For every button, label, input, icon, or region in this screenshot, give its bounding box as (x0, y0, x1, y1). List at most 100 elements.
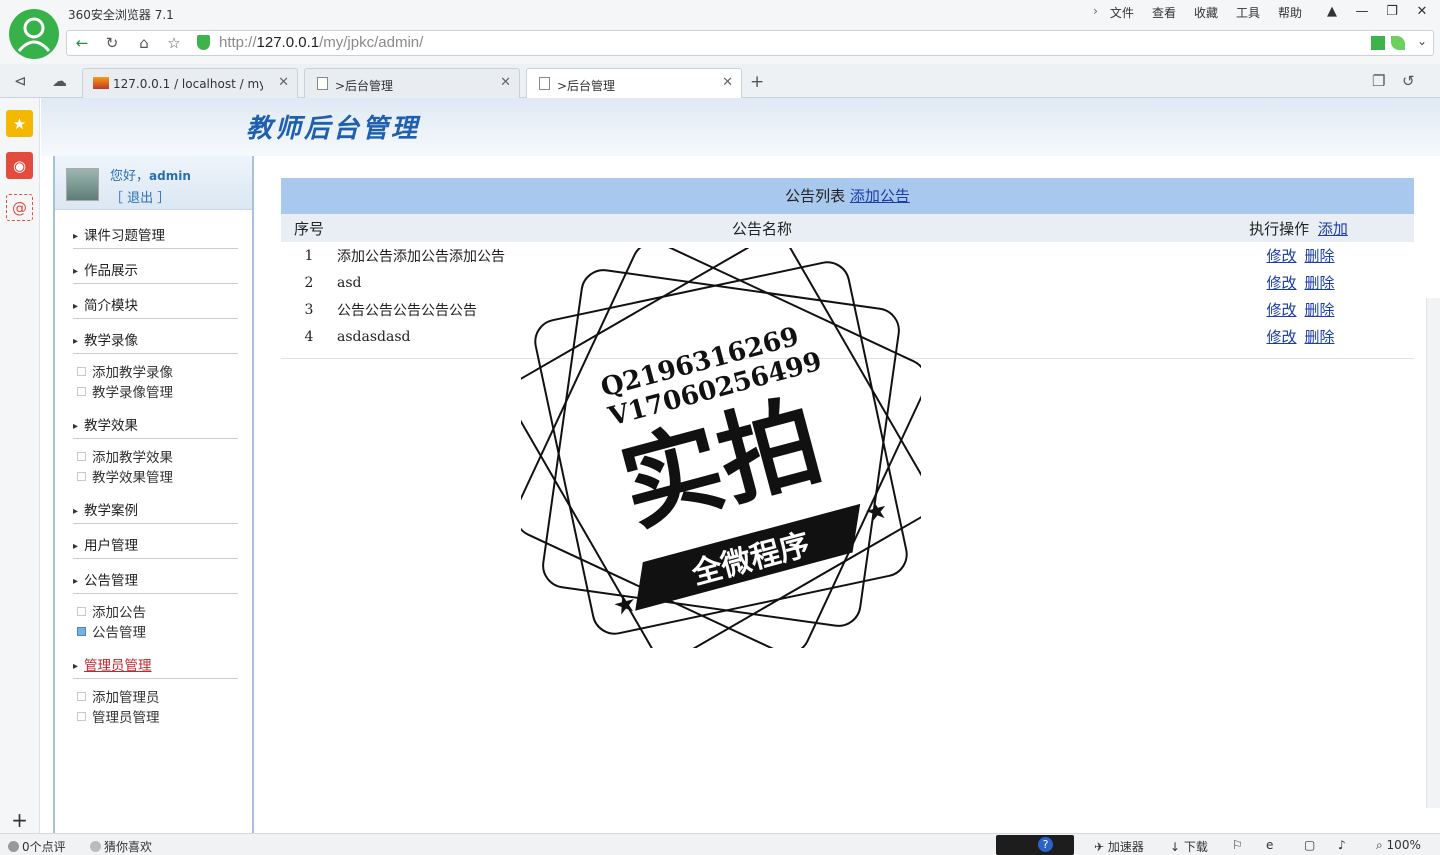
new-tab-button[interactable]: + (750, 72, 764, 92)
delete-link[interactable]: 删除 (1305, 301, 1335, 319)
phpmyadmin-icon (93, 77, 109, 89)
tab-label: 127.0.0.1 / localhost / my_ke (113, 77, 263, 91)
home-icon[interactable]: ⌂ (133, 33, 155, 53)
add-notice-link[interactable]: 添加公告 (850, 187, 910, 205)
ie-icon[interactable]: e (1266, 838, 1273, 852)
row-name: asd (337, 274, 362, 291)
submenu-add-admin[interactable]: 添加管理员 (77, 686, 160, 706)
tab-list-icon[interactable]: ❐ (1372, 72, 1385, 90)
tab-close-icon[interactable]: ✕ (500, 75, 511, 90)
row-ops: 修改 删除 (1187, 242, 1414, 269)
comments-status[interactable]: 0个点评 (8, 838, 66, 855)
menu-cases[interactable]: 教学案例 (73, 499, 238, 524)
menu-favorites[interactable]: 收藏 (1194, 4, 1218, 21)
edit-link[interactable]: 修改 (1266, 301, 1296, 319)
greeting: 您好，admin (110, 169, 191, 184)
admin-sidebar: 您好，admin ［ 退出 ］ 课件习题管理 作品展示 简介模块 教学录像 添加… (53, 156, 254, 833)
menu-file[interactable]: 文件 (1110, 4, 1134, 21)
notice-list-panel: 公告列表 添加公告 序号 公告名称 执行操作 添加 1 添加公告添加公告添加公告修… (281, 178, 1414, 359)
delete-link[interactable]: 删除 (1305, 247, 1335, 265)
page-icon (539, 77, 550, 90)
favorites-star-icon[interactable]: ★ (6, 110, 33, 137)
leaf-icon[interactable] (1391, 36, 1405, 50)
tab-admin-active[interactable]: >后台管理 ✕ (526, 68, 742, 99)
browser-logo-icon[interactable] (9, 9, 59, 59)
submenu-manage-video[interactable]: 教学录像管理 (77, 381, 173, 401)
guess-like-status[interactable]: 猜你喜欢 (90, 838, 152, 855)
submenu-manage-admin[interactable]: 管理员管理 (77, 706, 160, 726)
divider (281, 358, 1414, 359)
submenu-manage-notice[interactable]: 公告管理 (77, 621, 146, 641)
chevron-right-icon[interactable]: › (1093, 4, 1098, 21)
tab-bar: ⊲ ☁ 127.0.0.1 / localhost / my_ke ✕ >后台管… (0, 64, 1440, 99)
tab-close-icon[interactable]: ✕ (278, 75, 289, 90)
submenu-add-notice[interactable]: 添加公告 (77, 601, 146, 621)
menu-help[interactable]: 帮助 (1278, 4, 1302, 21)
volume-icon[interactable]: ♪ (1338, 838, 1346, 852)
row-name: 添加公告添加公告添加公告 (337, 248, 505, 265)
tab-label: >后台管理 (335, 79, 394, 93)
table-caption: 公告列表 添加公告 (281, 178, 1414, 214)
star-icon: ★ (861, 494, 891, 529)
zoom-control[interactable]: ⌕ 100% (1376, 838, 1421, 853)
accelerator-button[interactable]: ✈ 加速器 (1094, 838, 1144, 855)
mail-icon[interactable]: @ (6, 194, 33, 221)
keyboard-widget[interactable]: ? (996, 835, 1074, 855)
maximize-button[interactable]: ❐ (1382, 2, 1402, 20)
menu-works[interactable]: 作品展示 (73, 259, 238, 284)
weibo-icon[interactable]: ◉ (6, 152, 33, 179)
tab-back-icon[interactable]: ⊲ (14, 72, 27, 90)
window-icon[interactable]: ▢ (1304, 838, 1315, 852)
flag-icon[interactable]: ⚐ (1232, 838, 1243, 852)
comment-icon (8, 841, 19, 852)
table-header-row: 序号 公告名称 执行操作 添加 (281, 214, 1414, 242)
undo-close-tab-icon[interactable]: ↺ (1402, 72, 1415, 90)
qr-code-icon[interactable] (1371, 36, 1385, 50)
menu-effect[interactable]: 教学效果 (73, 414, 238, 439)
star-icon[interactable]: ☆ (163, 33, 185, 53)
cloud-icon[interactable]: ☁ (52, 72, 67, 90)
refresh-icon[interactable]: ↻ (101, 33, 123, 53)
add-sidebar-icon[interactable]: + (6, 806, 33, 833)
menu-users[interactable]: 用户管理 (73, 534, 238, 559)
delete-link[interactable]: 删除 (1305, 274, 1335, 292)
browser-app-title: 360安全浏览器 7.1 (68, 8, 174, 22)
row-ops: 修改 删除 (1187, 323, 1414, 350)
table-row: 4 asdasdasd 修改 删除 (281, 323, 1414, 350)
window-controls: ▲ — ❐ ✕ (1322, 2, 1432, 20)
header-add-link[interactable]: 添加 (1318, 220, 1348, 238)
tab-phpmyadmin[interactable]: 127.0.0.1 / localhost / my_ke ✕ (82, 68, 298, 98)
url-input[interactable]: http://127.0.0.1/my/jpkc/admin/ (219, 34, 423, 51)
menu-tools[interactable]: 工具 (1236, 4, 1260, 21)
table-row: 2 asd 修改 删除 (281, 269, 1414, 296)
edit-link[interactable]: 修改 (1266, 247, 1296, 265)
delete-link[interactable]: 删除 (1305, 328, 1335, 346)
edit-link[interactable]: 修改 (1266, 328, 1296, 346)
heart-icon (90, 841, 101, 852)
menu-video[interactable]: 教学录像 (73, 329, 238, 354)
logout-link[interactable]: ［ 退出 ］ (110, 187, 170, 206)
page-title: 教师后台管理 (246, 114, 421, 144)
submenu-manage-effect[interactable]: 教学效果管理 (77, 466, 173, 486)
tab-close-icon[interactable]: ✕ (722, 75, 733, 90)
caption-text: 公告列表 (785, 187, 846, 205)
skin-icon[interactable]: ▲ (1322, 2, 1342, 20)
menu-intro[interactable]: 简介模块 (73, 294, 238, 319)
minimize-button[interactable]: — (1352, 2, 1372, 20)
tab-admin-1[interactable]: >后台管理 ✕ (304, 68, 520, 98)
close-button[interactable]: ✕ (1412, 2, 1432, 20)
security-shield-icon[interactable] (197, 35, 210, 50)
submenu-add-effect[interactable]: 添加教学效果 (77, 446, 173, 466)
edit-link[interactable]: 修改 (1266, 274, 1296, 292)
back-arrow-icon[interactable]: ← (71, 33, 93, 53)
chevron-down-icon[interactable]: ⌄ (1417, 34, 1427, 48)
avatar (66, 168, 99, 201)
address-bar-row: ← ↻ ⌂ ☆ http://127.0.0.1/my/jpkc/admin/ … (66, 30, 1434, 56)
page-scrollbar[interactable] (1426, 298, 1440, 808)
download-button[interactable]: ↓ 下载 (1170, 838, 1208, 855)
submenu-add-video[interactable]: 添加教学录像 (77, 361, 173, 381)
menu-view[interactable]: 查看 (1152, 4, 1176, 21)
menu-courseware[interactable]: 课件习题管理 (73, 224, 238, 249)
menu-notice[interactable]: 公告管理 (73, 569, 238, 594)
menu-admins[interactable]: 管理员管理 (73, 654, 238, 679)
